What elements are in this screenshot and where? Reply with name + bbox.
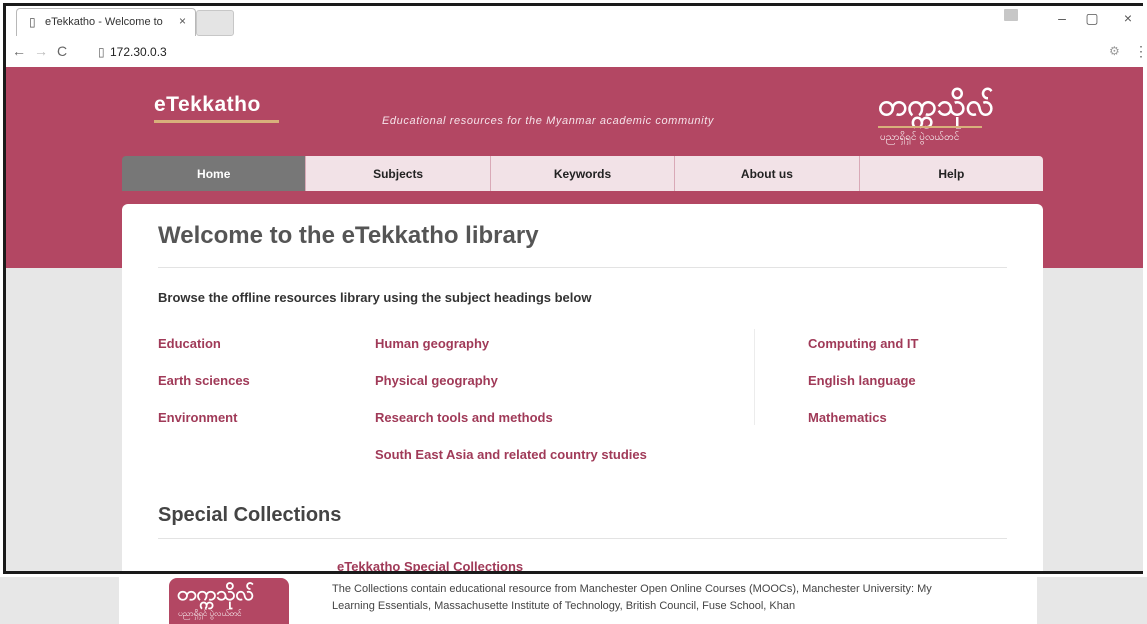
tab-title: eTekkatho - Welcome to xyxy=(45,16,163,28)
back-button[interactable]: ← xyxy=(12,43,26,59)
site-brand[interactable]: eTekkatho xyxy=(154,93,261,117)
column-divider xyxy=(754,329,755,425)
page-info-icon[interactable]: ▯ xyxy=(98,45,105,59)
tab-strip: ▯ eTekkatho - Welcome to × – ▢ × xyxy=(6,6,1143,37)
subject-link-human-geography[interactable]: Human geography xyxy=(375,336,489,351)
brand-underline xyxy=(154,120,279,123)
close-tab-icon[interactable]: × xyxy=(179,14,186,28)
special-collections-heading: Special Collections xyxy=(158,504,342,526)
nav-about-us[interactable]: About us xyxy=(675,156,860,191)
browser-toolbar: ← → C ▯ 172.30.0.3 ⚙ ⋮ xyxy=(6,37,1143,68)
browser-tab[interactable]: ▯ eTekkatho - Welcome to × xyxy=(16,8,196,36)
extension-icon[interactable]: ⚙ xyxy=(1109,44,1120,58)
minimize-button[interactable]: – xyxy=(1050,10,1074,26)
subject-link-physical-geography[interactable]: Physical geography xyxy=(375,373,498,388)
main-nav: Home Subjects Keywords About us Help xyxy=(122,156,1043,191)
special-collection-description: The Collections contain educational reso… xyxy=(332,583,932,612)
intro-text: Browse the offline resources library usi… xyxy=(158,290,592,305)
site-tagline: Educational resources for the Myanmar ac… xyxy=(382,115,714,127)
subject-link-computing[interactable]: Computing and IT xyxy=(808,336,918,351)
special-collection-link[interactable]: eTekkatho Special Collections xyxy=(337,559,523,571)
page-continuation: တက္ကသိုလ် ပညာရှိရှင် ပွဲလယ်တင် The Colle… xyxy=(0,577,1147,624)
nav-home[interactable]: Home xyxy=(122,156,307,191)
page-icon: ▯ xyxy=(29,15,36,29)
profile-icon[interactable] xyxy=(1004,9,1018,21)
site-logo: တက္ကသိုလ် xyxy=(878,88,994,123)
browser-menu-icon[interactable]: ⋮ xyxy=(1134,43,1143,60)
subject-link-environment[interactable]: Environment xyxy=(158,410,237,425)
subject-link-earth-sciences[interactable]: Earth sciences xyxy=(158,373,250,388)
special-divider xyxy=(158,538,1007,539)
web-page: eTekkatho Educational resources for the … xyxy=(6,67,1143,571)
close-window-button[interactable]: × xyxy=(1116,10,1140,26)
maximize-button[interactable]: ▢ xyxy=(1080,10,1104,27)
thumbnail-logo: တက္ကသိုလ် xyxy=(177,581,255,605)
content-card-continued: တက္ကသိုလ် ပညာရှိရှင် ပွဲလယ်တင် The Colle… xyxy=(119,577,1037,624)
subject-link-english[interactable]: English language xyxy=(808,373,916,388)
title-divider xyxy=(158,267,1007,268)
subject-link-south-east-asia[interactable]: South East Asia and related country stud… xyxy=(375,447,647,462)
subject-link-education[interactable]: Education xyxy=(158,336,221,351)
page-title: Welcome to the eTekkatho library xyxy=(158,222,539,249)
subject-link-research-tools[interactable]: Research tools and methods xyxy=(375,410,553,425)
reload-button[interactable]: C xyxy=(57,43,67,59)
forward-button[interactable]: → xyxy=(34,43,48,59)
content-card: Welcome to the eTekkatho library Browse … xyxy=(122,204,1043,571)
address-bar[interactable]: 172.30.0.3 xyxy=(110,45,167,59)
subject-link-mathematics[interactable]: Mathematics xyxy=(808,410,887,425)
browser-window: ▯ eTekkatho - Welcome to × – ▢ × ← → C ▯… xyxy=(3,3,1143,574)
special-collection-thumbnail[interactable]: တက္ကသိုလ် ပညာရှိရှင် ပွဲလယ်တင် xyxy=(169,578,289,624)
new-tab-button[interactable] xyxy=(196,10,234,36)
nav-help[interactable]: Help xyxy=(859,156,1043,191)
logo-subtext: ပညာရှိရှင် ပွဲလယ်တင် xyxy=(880,132,960,143)
thumbnail-subtext: ပညာရှိရှင် ပွဲလယ်တင် xyxy=(178,609,242,618)
nav-subjects[interactable]: Subjects xyxy=(306,156,491,191)
logo-underline xyxy=(878,126,982,128)
nav-keywords[interactable]: Keywords xyxy=(490,156,676,191)
